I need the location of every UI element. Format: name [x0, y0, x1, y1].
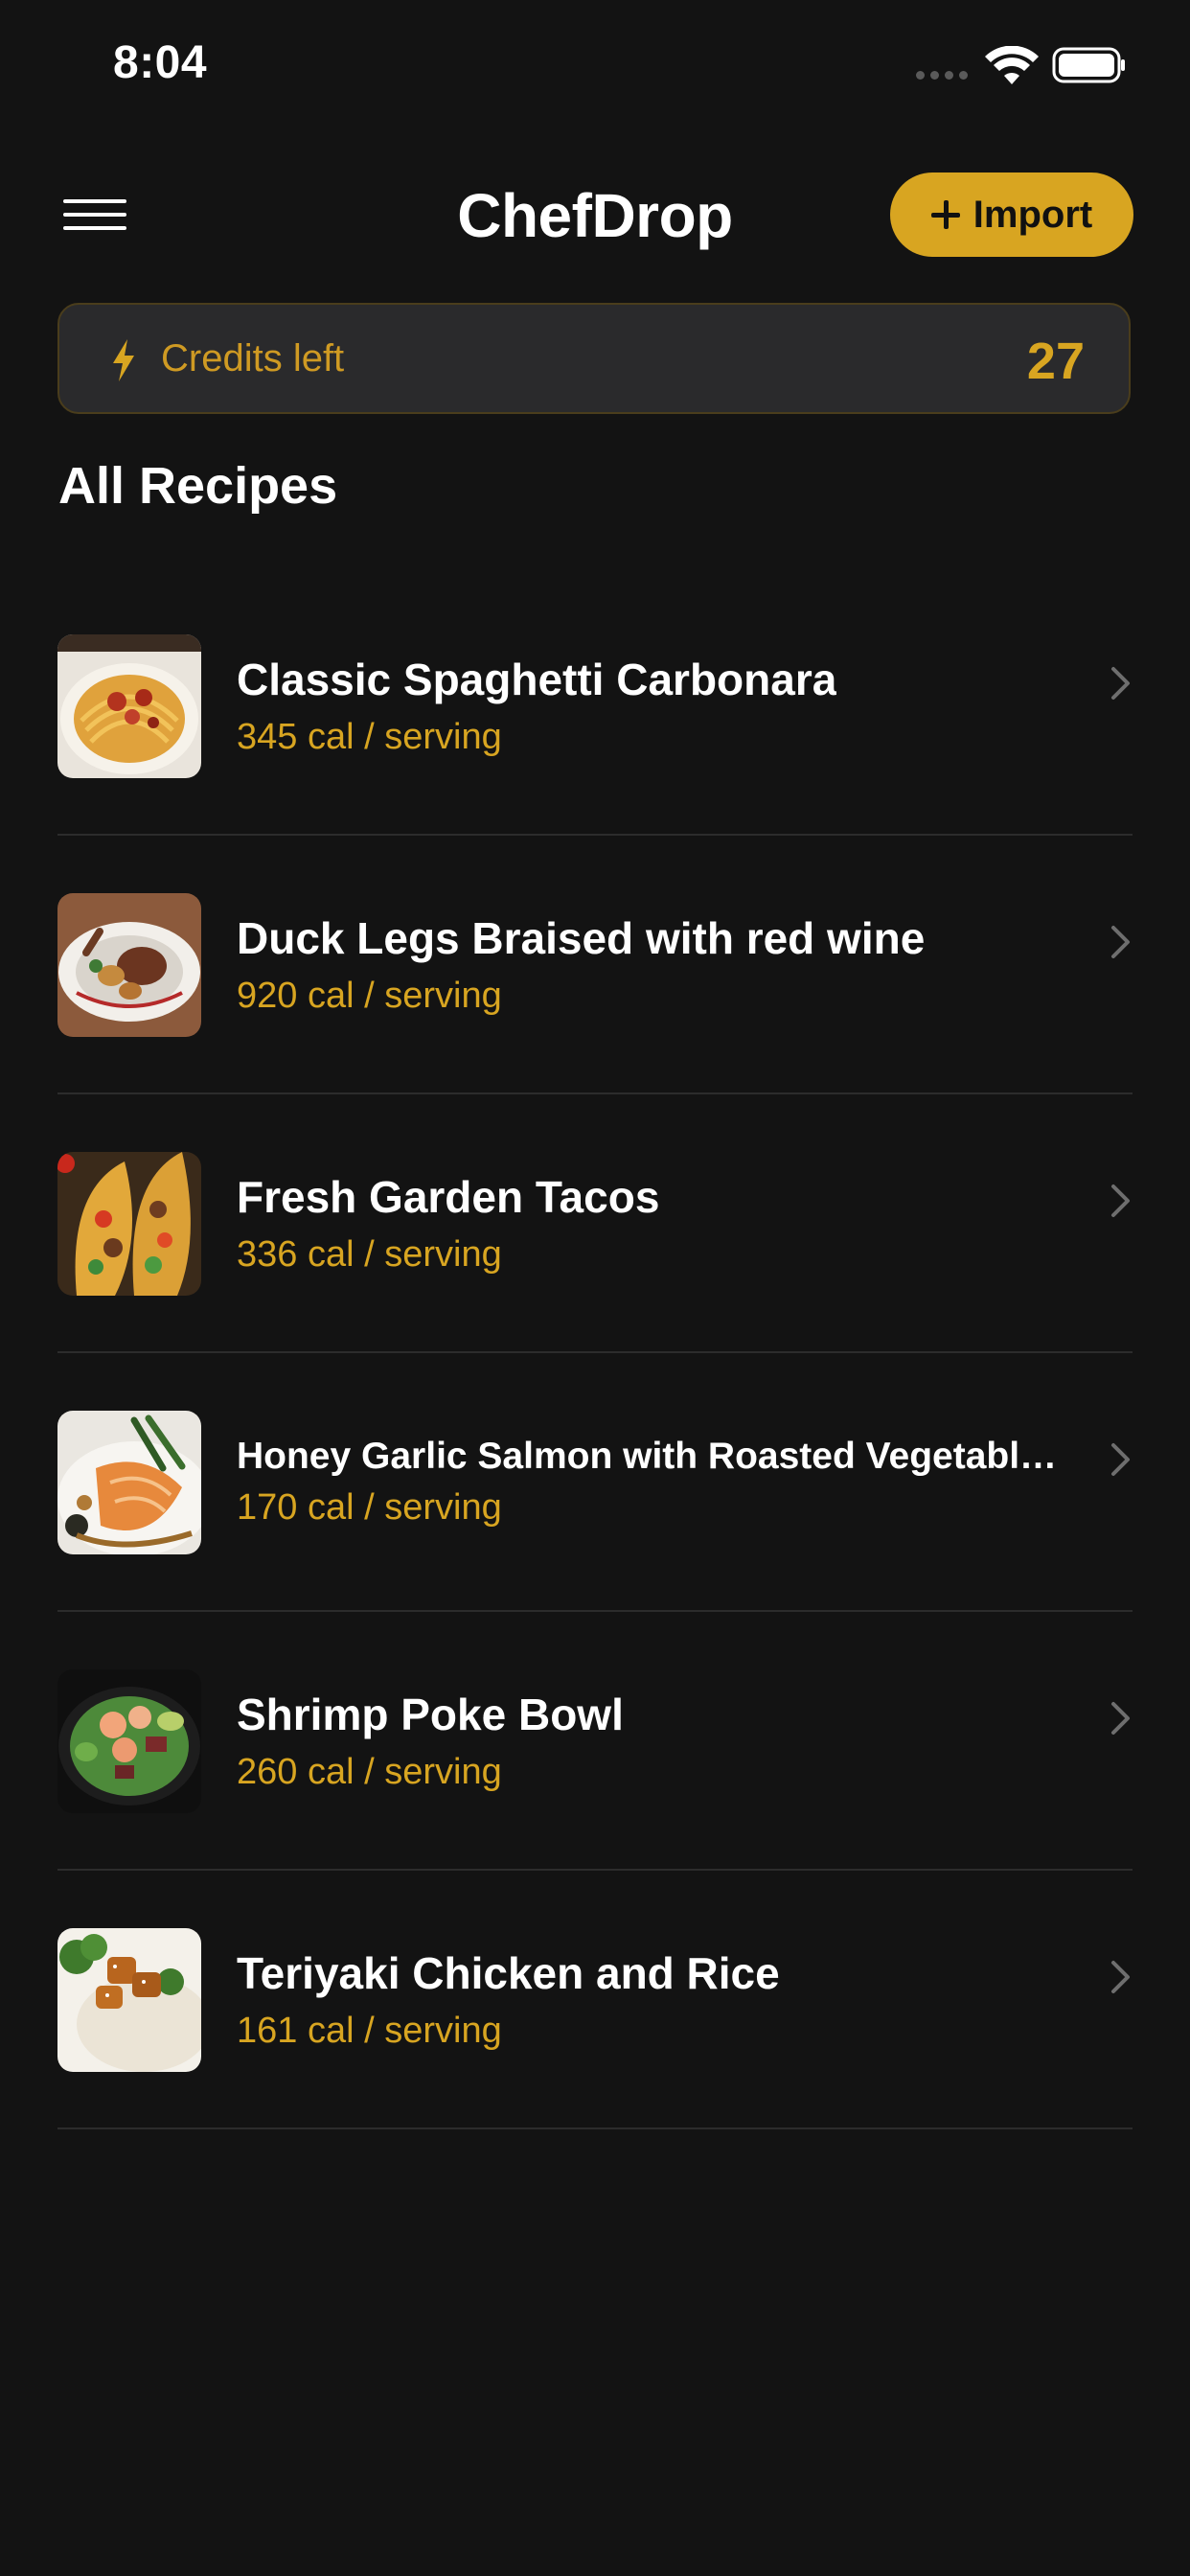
recipe-name: Teriyaki Chicken and Rice — [237, 1948, 780, 1998]
divider — [57, 2128, 1133, 2129]
chevron-right-icon — [1111, 667, 1130, 700]
import-button-label: Import — [973, 193, 1093, 236]
wifi-icon — [985, 46, 1039, 84]
recipe-calories: 920 cal / serving — [237, 976, 502, 1016]
chevron-right-icon — [1111, 926, 1130, 958]
recipe-row[interactable]: Shrimp Poke Bowl 260 cal / serving — [0, 1612, 1190, 1871]
recipe-thumbnail — [57, 1152, 201, 1296]
credits-card: Credits left 27 — [57, 303, 1131, 414]
import-button[interactable]: Import — [890, 172, 1133, 257]
status-time: 8:04 — [113, 37, 208, 88]
credits-label: Credits left — [161, 337, 345, 380]
recipe-name: Duck Legs Braised with red wine — [237, 913, 926, 963]
chevron-right-icon — [1111, 1702, 1130, 1735]
recipe-thumbnail — [57, 1928, 201, 2072]
cellular-signal-icon — [916, 71, 968, 80]
section-title: All Recipes — [58, 457, 338, 515]
recipe-calories: 345 cal / serving — [237, 717, 502, 757]
chevron-right-icon — [1111, 1184, 1130, 1217]
recipe-thumbnail — [57, 634, 201, 778]
battery-icon — [1052, 47, 1125, 83]
recipe-calories: 336 cal / serving — [237, 1234, 502, 1275]
plus-icon — [930, 200, 960, 229]
credits-count: 27 — [1026, 333, 1085, 390]
status-bar: 8:04 — [0, 0, 1190, 134]
lightning-bolt-icon — [113, 339, 134, 381]
chevron-right-icon — [1111, 1443, 1130, 1476]
recipe-row[interactable]: Fresh Garden Tacos 336 cal / serving — [0, 1094, 1190, 1353]
recipe-thumbnail — [57, 893, 201, 1037]
chevron-right-icon — [1111, 1961, 1130, 1993]
recipe-calories: 260 cal / serving — [237, 1752, 502, 1792]
recipe-thumbnail — [57, 1411, 201, 1554]
nav-bar: ChefDrop Import — [0, 163, 1190, 268]
recipe-row[interactable]: Honey Garlic Salmon with Roasted Vegetab… — [0, 1353, 1190, 1612]
recipe-row[interactable]: Teriyaki Chicken and Rice 161 cal / serv… — [0, 1871, 1190, 2129]
recipe-thumbnail — [57, 1669, 201, 1813]
recipe-name: Honey Garlic Salmon with Roasted Vegetab… — [237, 1436, 1068, 1477]
recipe-list: Classic Spaghetti Carbonara 345 cal / se… — [0, 577, 1190, 2129]
recipe-row[interactable]: Duck Legs Braised with red wine 920 cal … — [0, 836, 1190, 1094]
recipe-name: Classic Spaghetti Carbonara — [237, 655, 837, 704]
recipe-calories: 161 cal / serving — [237, 2011, 502, 2051]
recipe-calories: 170 cal / serving — [237, 1487, 502, 1528]
recipe-row[interactable]: Classic Spaghetti Carbonara 345 cal / se… — [0, 577, 1190, 836]
recipe-name: Shrimp Poke Bowl — [237, 1690, 624, 1739]
recipe-name: Fresh Garden Tacos — [237, 1172, 660, 1222]
